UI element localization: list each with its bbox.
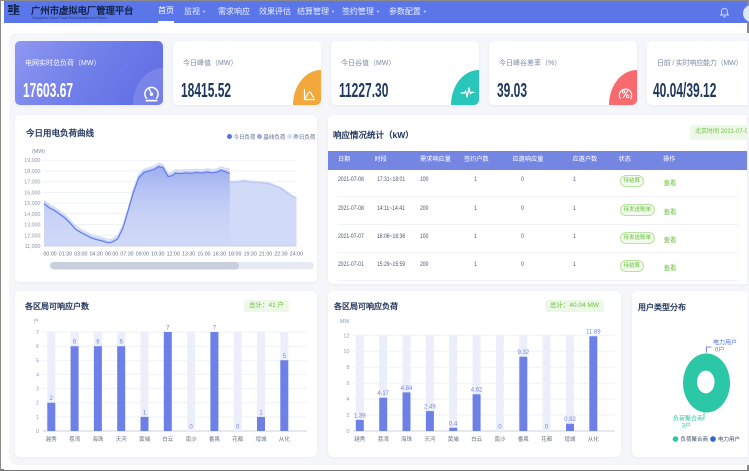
svg-text:负荷聚合商: 负荷聚合商 (673, 415, 703, 423)
svg-text:14,000: 14,000 (24, 212, 40, 218)
svg-text:13:30: 13:30 (182, 252, 195, 258)
svg-text:户: 户 (33, 317, 39, 325)
svg-text:白云: 白云 (162, 435, 174, 443)
svg-text:增城: 增城 (564, 435, 576, 443)
svg-text:01:30: 01:30 (59, 252, 72, 258)
svg-text:MW: MW (340, 319, 351, 325)
svg-text:荔湾: 荔湾 (378, 435, 390, 443)
svg-text:花都: 花都 (232, 435, 244, 443)
svg-text:海珠: 海珠 (401, 435, 413, 443)
svg-text:12: 12 (343, 333, 349, 339)
svg-text:3户: 3户 (682, 422, 691, 430)
svg-text:南沙: 南沙 (494, 435, 506, 443)
svg-text:16,000: 16,000 (24, 190, 40, 196)
svg-text:18,000: 18,000 (24, 169, 40, 175)
svg-text:06:00: 06:00 (105, 252, 118, 258)
svg-text:12,000: 12,000 (24, 233, 40, 239)
svg-text:11.89: 11.89 (586, 330, 601, 336)
svg-text:4: 4 (346, 397, 349, 403)
svg-text:03:00: 03:00 (74, 252, 87, 258)
svg-text:16:30: 16:30 (213, 252, 226, 258)
svg-text:04:30: 04:30 (90, 252, 103, 258)
svg-text:增城: 增城 (255, 435, 267, 443)
svg-text:(MW): (MW) (32, 149, 45, 155)
svg-text:13,000: 13,000 (24, 223, 40, 229)
svg-text:18:00: 18:00 (228, 252, 241, 258)
svg-text:番禺: 番禺 (209, 436, 220, 443)
svg-text:电力用户: 电力用户 (718, 435, 740, 443)
svg-text:21:00: 21:00 (259, 252, 272, 258)
svg-text:黄埔: 黄埔 (139, 435, 151, 443)
svg-text:4.17: 4.17 (377, 391, 389, 397)
svg-text:黄埔: 黄埔 (448, 435, 460, 443)
svg-text:负荷聚合商: 负荷聚合商 (681, 435, 709, 443)
svg-text:0: 0 (36, 429, 39, 435)
svg-text:从化: 从化 (588, 435, 600, 443)
svg-text:0: 0 (346, 429, 349, 435)
svg-text:10: 10 (343, 349, 349, 355)
svg-text:海珠: 海珠 (92, 435, 104, 443)
svg-text:2: 2 (346, 413, 349, 419)
svg-text:0户: 0户 (715, 346, 724, 354)
svg-text:6: 6 (36, 344, 39, 350)
svg-text:6: 6 (346, 381, 349, 387)
svg-text:7: 7 (213, 326, 217, 332)
svg-text:00:00: 00:00 (43, 252, 56, 258)
svg-text:0.92: 0.92 (564, 417, 576, 423)
svg-text:0.4: 0.4 (449, 421, 458, 427)
svg-text:番禺: 番禺 (518, 436, 529, 443)
svg-text:5: 5 (36, 358, 39, 364)
svg-text:天河: 天河 (116, 435, 128, 443)
svg-text:12:00: 12:00 (167, 252, 180, 258)
svg-text:24:00: 24:00 (290, 252, 303, 258)
svg-text:花都: 花都 (541, 435, 553, 443)
svg-text:从化: 从化 (279, 435, 291, 443)
svg-text:3: 3 (36, 387, 39, 393)
svg-text:2: 2 (36, 401, 39, 407)
svg-text:19:30: 19:30 (244, 252, 257, 258)
svg-text:越秀: 越秀 (354, 435, 366, 443)
svg-text:7: 7 (166, 326, 170, 332)
svg-text:11,000: 11,000 (25, 244, 41, 250)
svg-text:4.84: 4.84 (401, 386, 413, 392)
svg-text:15,000: 15,000 (24, 201, 40, 207)
svg-text:10:30: 10:30 (151, 252, 164, 258)
svg-text:07:30: 07:30 (120, 252, 133, 258)
svg-text:白云: 白云 (471, 435, 483, 443)
svg-text:8: 8 (346, 365, 349, 371)
svg-text:天河: 天河 (424, 435, 436, 443)
svg-text:1.39: 1.39 (354, 413, 366, 419)
svg-text:越秀: 越秀 (46, 435, 58, 443)
svg-text:09:00: 09:00 (136, 252, 149, 258)
svg-text:7: 7 (36, 330, 39, 336)
svg-text:4.62: 4.62 (471, 388, 483, 394)
svg-text:电力用户: 电力用户 (713, 339, 737, 347)
svg-text:17,000: 17,000 (24, 180, 40, 186)
svg-text:荔湾: 荔湾 (69, 435, 81, 443)
svg-text:9.32: 9.32 (517, 350, 529, 356)
svg-text:1: 1 (36, 415, 39, 421)
svg-text:15:00: 15:00 (197, 252, 210, 258)
svg-text:4: 4 (36, 372, 39, 378)
svg-text:南沙: 南沙 (186, 435, 198, 443)
svg-text:2.49: 2.49 (424, 405, 436, 411)
svg-text:19,000: 19,000 (24, 158, 40, 164)
svg-text:22:30: 22:30 (274, 252, 287, 258)
